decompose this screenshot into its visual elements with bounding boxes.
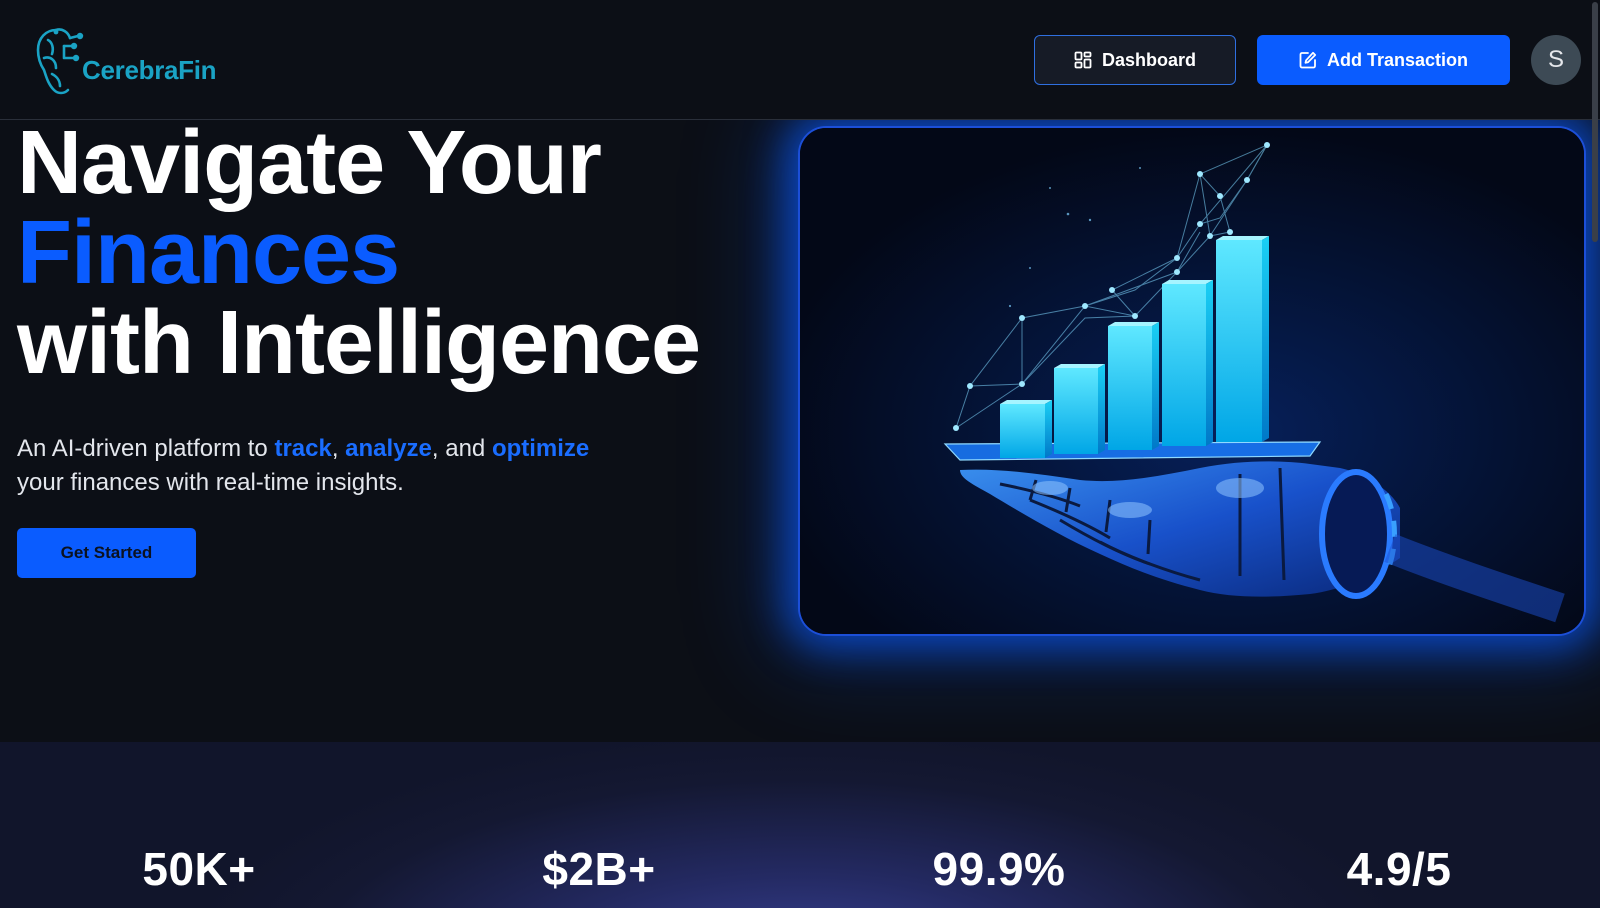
dashboard-button[interactable]: Dashboard <box>1034 35 1236 85</box>
hero-desc-intro: An AI-driven platform to <box>17 435 275 462</box>
hero-description: An AI-driven platform to track, analyze,… <box>17 432 697 500</box>
hero-desc-analyze: analyze <box>345 435 432 462</box>
add-transaction-button[interactable]: Add Transaction <box>1257 35 1510 85</box>
top-nav: CerebraFin Dashboard Add Transaction S <box>0 0 1600 120</box>
hero-title-line-2: Finances <box>17 203 400 303</box>
hero-title: Navigate Your Finances with Intelligence <box>17 113 701 393</box>
brain-circuit-icon <box>36 28 84 95</box>
hero-desc-outro: your finances with real-time insights. <box>17 469 404 496</box>
add-transaction-button-label: Add Transaction <box>1326 49 1469 70</box>
user-avatar[interactable]: S <box>1531 35 1581 85</box>
brand-logo[interactable]: CerebraFin <box>34 24 217 96</box>
hero-illustration <box>800 128 1584 634</box>
get-started-label: Get Started <box>60 543 153 562</box>
hero-desc-optimize: optimize <box>491 435 590 462</box>
hero-desc-separator-2: , and <box>431 435 492 462</box>
dashboard-button-label: Dashboard <box>1101 49 1197 70</box>
hero-title-line-1: Navigate Your <box>17 113 602 213</box>
pen-square-icon <box>1299 51 1317 69</box>
stat-volume: $2B+ <box>542 843 656 895</box>
page-scrollbar[interactable] <box>1592 2 1598 242</box>
stat-rating: 4.9/5 <box>1346 843 1452 895</box>
hero-desc-track: track <box>274 435 332 462</box>
hero-title-line-3: with Intelligence <box>17 293 701 393</box>
ai-hand-bar-chart-image <box>800 128 1584 634</box>
brand-name: CerebraFin <box>82 55 217 85</box>
get-started-button[interactable]: Get Started <box>17 528 196 578</box>
stat-uptime: 99.9% <box>932 843 1066 895</box>
avatar-initial: S <box>1547 46 1564 73</box>
hero-desc-separator-1: , <box>331 435 346 462</box>
stat-users: 50K+ <box>142 843 256 895</box>
layout-grid-icon <box>1074 51 1092 69</box>
stats-band: 50K+ $2B+ 99.9% 4.9/5 <box>0 742 1600 908</box>
